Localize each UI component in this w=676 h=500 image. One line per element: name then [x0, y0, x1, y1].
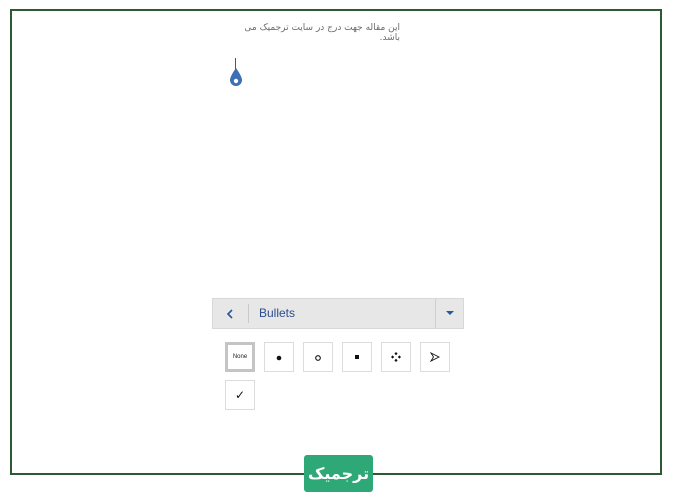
filled-square-icon — [355, 355, 359, 359]
bullet-option-filled-square[interactable] — [342, 342, 372, 372]
logo-text: ترجمیک — [307, 464, 370, 483]
brand-logo: ترجمیک — [304, 455, 373, 492]
bullet-option-hollow-circle[interactable] — [303, 342, 333, 372]
content-frame — [10, 9, 662, 475]
four-diamond-icon — [391, 352, 401, 362]
bullet-option-arrowhead[interactable] — [420, 342, 450, 372]
toolbar-title: Bullets — [259, 306, 296, 320]
arrowhead-icon — [430, 352, 440, 362]
checkmark-icon: ✓ — [234, 388, 246, 402]
bullet-option-checkmark[interactable]: ✓ — [225, 380, 255, 410]
bullet-none-label: None — [232, 354, 248, 360]
filled-circle-icon — [276, 355, 282, 361]
hollow-circle-icon — [315, 355, 321, 361]
toolbar-divider — [248, 304, 249, 323]
bullet-option-none[interactable]: None — [225, 342, 255, 372]
cursor-handle-icon[interactable] — [229, 68, 243, 88]
back-button[interactable] — [213, 299, 247, 328]
bullets-toolbar: Bullets — [212, 298, 464, 329]
chevron-left-icon — [226, 308, 233, 319]
bullet-option-filled-circle[interactable] — [264, 342, 294, 372]
bullet-option-diamond-cluster[interactable] — [381, 342, 411, 372]
caret-down-icon — [445, 311, 454, 315]
document-text: این مقاله جهت درج در سایت ترجمیک می باشد… — [244, 23, 400, 43]
dropdown-button[interactable] — [436, 299, 463, 328]
